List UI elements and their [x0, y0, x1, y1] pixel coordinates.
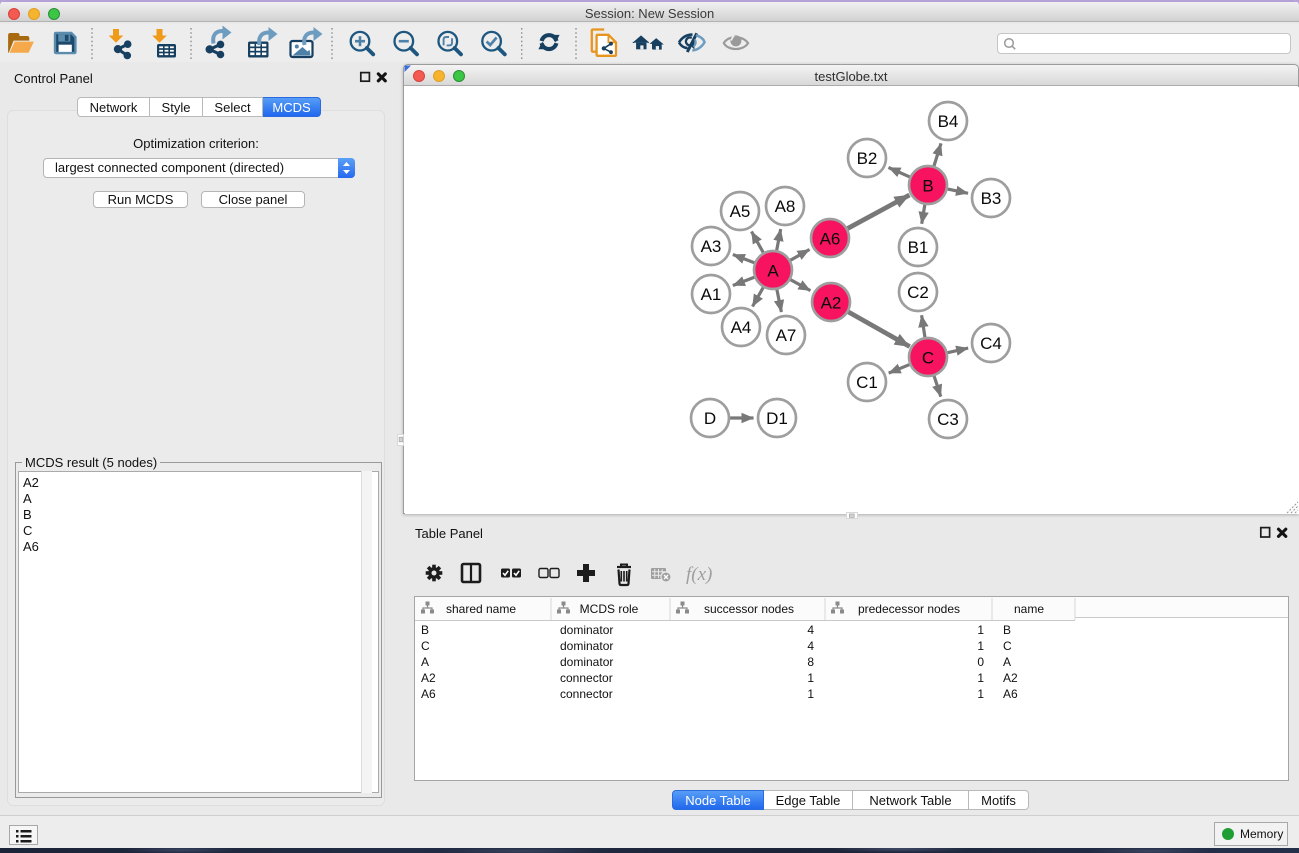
svg-text:connector: connector: [560, 671, 613, 685]
svg-text:C1: C1: [856, 373, 878, 392]
svg-text:A1: A1: [701, 285, 722, 304]
svg-text:C3: C3: [937, 410, 959, 429]
svg-text:A8: A8: [775, 197, 796, 216]
svg-text:1: 1: [977, 671, 984, 685]
svg-text:1: 1: [807, 687, 814, 701]
svg-text:successor nodes: successor nodes: [704, 602, 794, 616]
svg-text:A: A: [1003, 655, 1011, 669]
svg-text:B2: B2: [857, 149, 878, 168]
svg-text:1: 1: [807, 671, 814, 685]
svg-text:A2: A2: [1003, 671, 1018, 685]
svg-text:Memory: Memory: [1240, 827, 1283, 841]
svg-text:A2: A2: [821, 294, 842, 313]
svg-text:dominator: dominator: [560, 655, 613, 669]
svg-text:A5: A5: [730, 202, 751, 221]
svg-text:B: B: [922, 177, 933, 196]
svg-text:1: 1: [977, 687, 984, 701]
svg-text:A6: A6: [421, 687, 436, 701]
svg-text:f(x): f(x): [686, 564, 712, 585]
svg-text:C2: C2: [907, 283, 929, 302]
svg-text:8: 8: [807, 655, 814, 669]
svg-text:C4: C4: [980, 334, 1002, 353]
svg-text:A6: A6: [820, 230, 841, 249]
svg-text:shared name: shared name: [446, 602, 516, 616]
svg-text:A4: A4: [731, 318, 752, 337]
svg-text:B4: B4: [938, 112, 959, 131]
svg-text:B: B: [1003, 623, 1011, 637]
svg-text:dominator: dominator: [560, 623, 613, 637]
svg-text:MCDS role: MCDS role: [580, 602, 639, 616]
svg-text:1: 1: [977, 639, 984, 653]
svg-text:dominator: dominator: [560, 639, 613, 653]
svg-text:4: 4: [807, 639, 814, 653]
svg-text:name: name: [1014, 602, 1044, 616]
svg-text:1: 1: [977, 623, 984, 637]
svg-text:A3: A3: [701, 237, 722, 256]
svg-text:connector: connector: [560, 687, 613, 701]
svg-text:4: 4: [807, 623, 814, 637]
svg-text:A: A: [421, 655, 429, 669]
svg-text:0: 0: [977, 655, 984, 669]
svg-text:D: D: [704, 409, 716, 428]
svg-text:C: C: [1003, 639, 1012, 653]
svg-text:A: A: [767, 262, 779, 281]
svg-text:A6: A6: [1003, 687, 1018, 701]
svg-text:A7: A7: [776, 326, 797, 345]
svg-text:C: C: [922, 349, 934, 368]
svg-text:predecessor nodes: predecessor nodes: [858, 602, 960, 616]
svg-text:D1: D1: [766, 409, 788, 428]
svg-text:A2: A2: [421, 671, 436, 685]
svg-text:B3: B3: [981, 189, 1002, 208]
svg-text:B1: B1: [908, 238, 929, 257]
svg-text:C: C: [421, 639, 430, 653]
svg-text:B: B: [421, 623, 429, 637]
